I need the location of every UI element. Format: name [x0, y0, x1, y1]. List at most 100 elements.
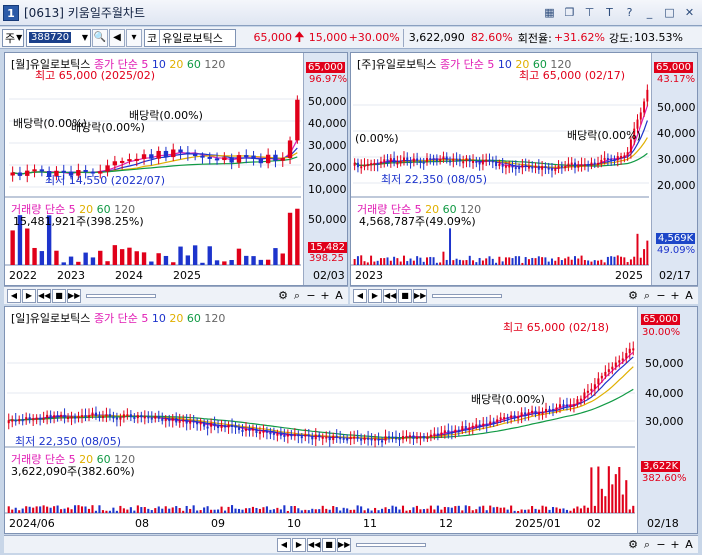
stop-icon[interactable]: ■: [52, 288, 66, 303]
search-icon[interactable]: 🔍: [92, 28, 108, 47]
stock-code-input[interactable]: 388720 ▼: [26, 28, 91, 47]
play-right-icon[interactable]: ▶: [368, 288, 382, 303]
volume-bar: [436, 505, 439, 513]
candle-body: [304, 434, 307, 437]
volume-bar: [290, 506, 293, 513]
help-icon[interactable]: ?: [621, 4, 638, 21]
plus-icon[interactable]: +: [669, 538, 681, 552]
volume-bar: [558, 508, 562, 513]
play-left-icon[interactable]: ◀: [277, 537, 291, 552]
volume-bar: [544, 506, 548, 513]
y-tick: 20,000: [657, 179, 696, 192]
chart-name: [주]유일로보틱스: [357, 58, 437, 71]
monthly-controls: ◀ ▶ ◀◀ ■ ▶▶ ⚙ ⌕ − + A: [4, 286, 348, 304]
candle-body: [611, 366, 614, 370]
volume-bar: [373, 261, 376, 265]
daily-chart-panel[interactable]: [일]유일로보틱스 종가 단순 5 10 20 60 120 최고 65,000…: [4, 306, 698, 534]
text-icon[interactable]: T: [601, 4, 618, 21]
font-icon[interactable]: A: [683, 289, 695, 303]
candle-body: [87, 415, 91, 418]
candle-body: [435, 158, 438, 162]
volume-bar: [84, 506, 87, 513]
rewind-icon[interactable]: ◀◀: [37, 288, 51, 303]
weekly-chart-canvas[interactable]: [351, 53, 698, 286]
period-select[interactable]: 주 ▼: [2, 28, 24, 47]
monthly-chart-panel[interactable]: [월]유일로보틱스 종가 단순 5 10 20 60 120 최고 65,000…: [4, 52, 348, 286]
candle-body: [279, 433, 282, 436]
minus-icon[interactable]: −: [655, 538, 667, 552]
scroll-slider[interactable]: [432, 293, 502, 298]
x-tick: 10: [287, 517, 301, 530]
window-grid-icon[interactable]: ▦: [541, 4, 558, 21]
candle-body: [150, 417, 153, 420]
candle-body: [67, 417, 70, 420]
candle-body: [156, 150, 161, 159]
window-copy-icon[interactable]: ❐: [561, 4, 578, 21]
stop-icon[interactable]: ■: [322, 537, 336, 552]
volume-bar: [600, 488, 603, 513]
dividend-annotation: 배당락(0.00%): [471, 393, 545, 406]
maximize-icon[interactable]: □: [661, 4, 678, 21]
ma-label: 종가 단순: [439, 58, 484, 71]
app-icon: 1: [3, 4, 19, 21]
stock-name-box[interactable]: 코 유일로보틱스: [144, 28, 236, 47]
pin-icon[interactable]: ⊤: [581, 4, 598, 21]
dropdown-icon[interactable]: ▾: [126, 28, 142, 47]
monthly-chart-canvas[interactable]: [5, 53, 348, 286]
stop-icon[interactable]: ■: [398, 288, 412, 303]
candle-body: [280, 158, 285, 161]
scroll-slider[interactable]: [86, 293, 156, 298]
volume-bar: [175, 506, 178, 513]
candle-body: [46, 414, 49, 418]
volume-bar: [401, 505, 405, 513]
candle-body: [60, 414, 63, 417]
play-right-icon[interactable]: ▶: [292, 537, 306, 552]
candle-body: [300, 436, 303, 439]
fastforward-icon[interactable]: ▶▶: [67, 288, 81, 303]
weekly-chart-panel[interactable]: [주]유일로보틱스 종가 단순 5 10 20 60 120 최고 65,000…: [350, 52, 698, 286]
minimize-icon[interactable]: _: [641, 4, 658, 21]
fastforward-icon[interactable]: ▶▶: [337, 537, 351, 552]
volume-bar: [200, 262, 205, 265]
fastforward-icon[interactable]: ▶▶: [413, 288, 427, 303]
play-left-icon[interactable]: ◀: [7, 288, 21, 303]
volume-bar: [570, 259, 573, 265]
sound-icon[interactable]: ◀: [109, 28, 125, 47]
volume-bar: [628, 509, 631, 513]
volume-bar: [527, 509, 530, 513]
volume-bar: [625, 480, 628, 513]
settings-icon[interactable]: ⚙: [627, 538, 639, 552]
rewind-icon[interactable]: ◀◀: [307, 537, 321, 552]
play-right-icon[interactable]: ▶: [22, 288, 36, 303]
candle-body: [450, 431, 453, 434]
candle-body: [406, 157, 409, 162]
settings-icon[interactable]: ⚙: [277, 289, 289, 303]
volume-bar: [419, 509, 422, 513]
zoom-icon[interactable]: ⌕: [641, 289, 653, 303]
minus-icon[interactable]: −: [305, 289, 317, 303]
font-icon[interactable]: A: [333, 289, 345, 303]
scroll-slider[interactable]: [356, 542, 426, 547]
plus-icon[interactable]: +: [669, 289, 681, 303]
font-icon[interactable]: A: [683, 538, 695, 552]
candle-body: [570, 162, 573, 165]
plus-icon[interactable]: +: [319, 289, 331, 303]
settings-icon[interactable]: ⚙: [627, 289, 639, 303]
volume-bar: [465, 260, 468, 265]
zoom-icon[interactable]: ⌕: [641, 538, 653, 552]
candle-body: [335, 435, 338, 438]
candle-body: [621, 358, 624, 361]
zoom-icon[interactable]: ⌕: [291, 289, 303, 303]
play-left-icon[interactable]: ◀: [353, 288, 367, 303]
candle-body: [524, 164, 527, 167]
candle-body: [376, 162, 379, 165]
minus-icon[interactable]: −: [655, 289, 667, 303]
close-icon[interactable]: ✕: [681, 4, 698, 21]
current-price: 65,000: [253, 31, 293, 44]
rewind-icon[interactable]: ◀◀: [383, 288, 397, 303]
daily-chart-canvas[interactable]: [5, 307, 698, 534]
title-bar: 1 [0613] 키움일주월차트 ▦ ❐ ⊤ T ? _ □ ✕: [0, 0, 702, 26]
vol-y-tick: 50,000K: [308, 213, 347, 226]
ma-label: 종가 단순: [93, 312, 138, 325]
candle-body: [129, 414, 132, 418]
